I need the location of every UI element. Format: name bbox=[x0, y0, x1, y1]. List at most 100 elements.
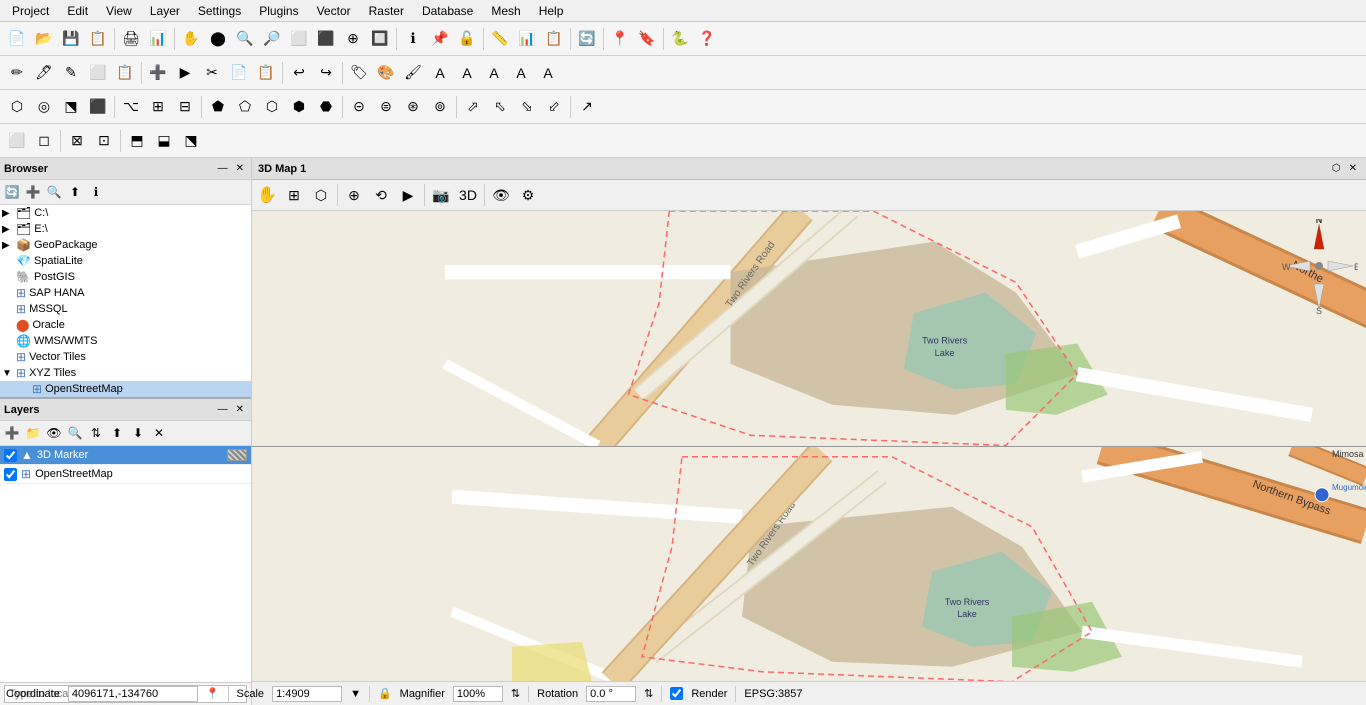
map-pan-btn[interactable]: ✋ bbox=[254, 182, 280, 208]
digitize-btn[interactable]: ✏ bbox=[4, 60, 30, 86]
map-close-btn[interactable]: ✕ bbox=[1346, 163, 1360, 174]
open-table-btn[interactable]: 📋 bbox=[541, 26, 567, 52]
label5-btn[interactable]: A bbox=[454, 60, 480, 86]
layers-remove-btn[interactable]: ✕ bbox=[149, 423, 169, 443]
layers-sort-btn[interactable]: ⇅ bbox=[86, 423, 106, 443]
adv3-btn[interactable]: ⬔ bbox=[58, 94, 84, 120]
browser-tree-item-e[interactable]: ▶🗂E:\ bbox=[0, 221, 251, 237]
zoom-in-btn[interactable]: 🔍 bbox=[232, 26, 258, 52]
coordinate-input[interactable] bbox=[68, 686, 198, 702]
label8-btn[interactable]: A bbox=[535, 60, 561, 86]
adv4-btn[interactable]: ⬛ bbox=[85, 94, 111, 120]
save-project-btn[interactable]: 💾 bbox=[58, 26, 84, 52]
browser-tree-item-xyztiles[interactable]: ▼⊞XYZ Tiles bbox=[0, 365, 251, 381]
zoom-layer-btn[interactable]: ⬛ bbox=[313, 26, 339, 52]
browser-tree-item-spatialite[interactable]: 💎SpatiaLite bbox=[0, 253, 251, 269]
adv18-btn[interactable]: ⬁ bbox=[487, 94, 513, 120]
browser-tree-item-oracle[interactable]: ⬤Oracle bbox=[0, 317, 251, 333]
snap1-btn[interactable]: ⬜ bbox=[4, 128, 30, 154]
snap3-btn[interactable]: ⊠ bbox=[64, 128, 90, 154]
map-3d-btn[interactable]: 3D bbox=[455, 182, 481, 208]
layers-down-btn[interactable]: ⬇ bbox=[128, 423, 148, 443]
python-btn[interactable]: 🐍 bbox=[667, 26, 693, 52]
map-tilt-btn[interactable]: ⊞ bbox=[281, 182, 307, 208]
undo-btn[interactable]: ↩ bbox=[286, 60, 312, 86]
menu-project[interactable]: Project bbox=[4, 2, 57, 20]
menu-edit[interactable]: Edit bbox=[59, 2, 96, 20]
new-project-btn[interactable]: 📄 bbox=[4, 26, 30, 52]
edit2-btn[interactable]: ⬜ bbox=[85, 60, 111, 86]
adv13-btn[interactable]: ⊝ bbox=[346, 94, 372, 120]
snap5-btn[interactable]: ⬒ bbox=[124, 128, 150, 154]
save-as-btn[interactable]: 📋 bbox=[85, 26, 111, 52]
deselect-btn[interactable]: 🔓 bbox=[454, 26, 480, 52]
add-feature-btn[interactable]: ➕ bbox=[145, 60, 171, 86]
menu-layer[interactable]: Layer bbox=[142, 2, 188, 20]
browser-tree-item-mssql[interactable]: ⊞MSSQL bbox=[0, 301, 251, 317]
menu-help[interactable]: Help bbox=[531, 2, 572, 20]
layers-up-btn[interactable]: ⬆ bbox=[107, 423, 127, 443]
open-project-btn[interactable]: 📂 bbox=[31, 26, 57, 52]
snap2-btn[interactable]: ◻ bbox=[31, 128, 57, 154]
paste-btn[interactable]: 📋 bbox=[253, 60, 279, 86]
browser-tree-item-saphana[interactable]: ⊞SAP HANA bbox=[0, 285, 251, 301]
layer-item-openstreetmap[interactable]: ⊞OpenStreetMap bbox=[0, 465, 251, 484]
edit-btn[interactable]: 🖊 bbox=[31, 60, 57, 86]
snap4-btn[interactable]: ⊡ bbox=[91, 128, 117, 154]
layers-minimize-btn[interactable]: — bbox=[215, 404, 231, 415]
menu-mesh[interactable]: Mesh bbox=[483, 2, 528, 20]
browser-properties-btn[interactable]: ℹ bbox=[86, 182, 106, 202]
adv5-btn[interactable]: ⌥ bbox=[118, 94, 144, 120]
snap7-btn[interactable]: ⬔ bbox=[178, 128, 204, 154]
layer-checkbox-marker3d[interactable] bbox=[4, 449, 17, 462]
menu-raster[interactable]: Raster bbox=[361, 2, 412, 20]
browser-refresh-btn[interactable]: 🔄 bbox=[2, 182, 22, 202]
identify-btn[interactable]: ℹ bbox=[400, 26, 426, 52]
map-pane-bottom[interactable]: Northern Bypass Mimosa Ridge Two Rivers … bbox=[252, 447, 1366, 682]
adv9-btn[interactable]: ⬠ bbox=[232, 94, 258, 120]
label3-btn[interactable]: 🖌 bbox=[400, 60, 426, 86]
layers-visible-btn[interactable]: 👁 bbox=[44, 423, 64, 443]
adv1-btn[interactable]: ⬡ bbox=[4, 94, 30, 120]
menu-plugins[interactable]: Plugins bbox=[251, 2, 306, 20]
adv2-btn[interactable]: ◎ bbox=[31, 94, 57, 120]
layers-addgroup-btn[interactable]: 📁 bbox=[23, 423, 43, 443]
tree-arrow-e[interactable]: ▶ bbox=[2, 224, 16, 235]
adv8-btn[interactable]: ⬟ bbox=[205, 94, 231, 120]
magnifier-spinner[interactable]: ⇅ bbox=[511, 687, 520, 700]
adv21-btn[interactable]: ↗ bbox=[574, 94, 600, 120]
menu-settings[interactable]: Settings bbox=[190, 2, 249, 20]
layers-close-btn[interactable]: ✕ bbox=[233, 404, 247, 415]
browser-tree-item-geopkg[interactable]: ▶📦GeoPackage bbox=[0, 237, 251, 253]
zoom-selection-btn[interactable]: 🔲 bbox=[367, 26, 393, 52]
label7-btn[interactable]: A bbox=[508, 60, 534, 86]
adv10-btn[interactable]: ⬡ bbox=[259, 94, 285, 120]
browser-tree-item-wmswmts[interactable]: 🌐WMS/WMTS bbox=[0, 333, 251, 349]
browser-add-btn[interactable]: ➕ bbox=[23, 182, 43, 202]
redo-btn[interactable]: ↪ bbox=[313, 60, 339, 86]
adv19-btn[interactable]: ⬂ bbox=[514, 94, 540, 120]
epsg-label[interactable]: EPSG:3857 bbox=[744, 688, 802, 700]
tree-arrow-c[interactable]: ▶ bbox=[2, 208, 16, 219]
snap6-btn[interactable]: ⬓ bbox=[151, 128, 177, 154]
add-feature2-btn[interactable]: ▶ bbox=[172, 60, 198, 86]
compose-btn[interactable]: 📊 bbox=[145, 26, 171, 52]
layers-filter-btn[interactable]: 🔍 bbox=[65, 423, 85, 443]
magnifier-input[interactable] bbox=[453, 686, 503, 702]
refresh-btn[interactable]: 🔄 bbox=[574, 26, 600, 52]
browser-collapse-btn[interactable]: ⬆ bbox=[65, 182, 85, 202]
adv11-btn[interactable]: ⬢ bbox=[286, 94, 312, 120]
adv16-btn[interactable]: ⊚ bbox=[427, 94, 453, 120]
map-options-btn[interactable]: ⚙ bbox=[515, 182, 541, 208]
adv17-btn[interactable]: ⬀ bbox=[460, 94, 486, 120]
select-btn[interactable]: 📌 bbox=[427, 26, 453, 52]
layers-add-btn[interactable]: ➕ bbox=[2, 423, 22, 443]
menu-view[interactable]: View bbox=[98, 2, 140, 20]
browser-tree-item-openstreetmap[interactable]: ⊞OpenStreetMap bbox=[0, 381, 251, 397]
zoom-out-btn[interactable]: 🔎 bbox=[259, 26, 285, 52]
attr-table-btn[interactable]: 📋 bbox=[112, 60, 138, 86]
measure-btn[interactable]: 📏 bbox=[487, 26, 513, 52]
tree-arrow-geopkg[interactable]: ▶ bbox=[2, 240, 16, 251]
browser-tree-item-vectortiles[interactable]: ⊞Vector Tiles bbox=[0, 349, 251, 365]
browser-filter-btn[interactable]: 🔍 bbox=[44, 182, 64, 202]
